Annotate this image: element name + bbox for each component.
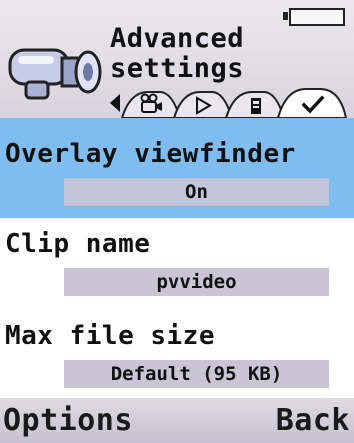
setting-overlay-viewfinder[interactable]: Overlay viewfinder On: [0, 118, 354, 218]
setting-value-field[interactable]: On: [64, 178, 329, 206]
setting-clip-name[interactable]: Clip name pvvideo: [0, 208, 354, 308]
settings-tabs: [110, 88, 348, 118]
battery-icon: [283, 8, 345, 26]
title-line-2: settings: [110, 53, 245, 84]
setting-label: Max file size: [5, 321, 215, 351]
tab-general[interactable]: [276, 88, 348, 118]
title-line-1: Advanced: [110, 23, 245, 54]
title-pane: Advanced settings: [0, 0, 354, 118]
storage-icon: [251, 98, 261, 114]
setting-label: Overlay viewfinder: [5, 139, 296, 169]
options-softkey[interactable]: Options: [3, 404, 133, 438]
settings-list: Overlay viewfinder On Clip name pvvideo …: [0, 118, 354, 398]
back-softkey[interactable]: Back: [276, 404, 350, 438]
setting-value-field[interactable]: pvvideo: [64, 268, 329, 296]
setting-max-file-size[interactable]: Max file size Default (95 KB): [0, 300, 354, 400]
video-recorder-icon: [8, 48, 102, 100]
setting-value-field[interactable]: Default (95 KB): [64, 360, 329, 388]
softkey-bar: Options Back: [0, 398, 354, 443]
tab-scroll-left-arrow[interactable]: [110, 94, 120, 112]
tab-storage[interactable]: [224, 91, 286, 118]
tab-playback[interactable]: [172, 91, 234, 118]
tab-video-camera[interactable]: [120, 91, 182, 118]
setting-label: Clip name: [5, 229, 151, 259]
page-title: Advanced settings: [110, 24, 244, 84]
